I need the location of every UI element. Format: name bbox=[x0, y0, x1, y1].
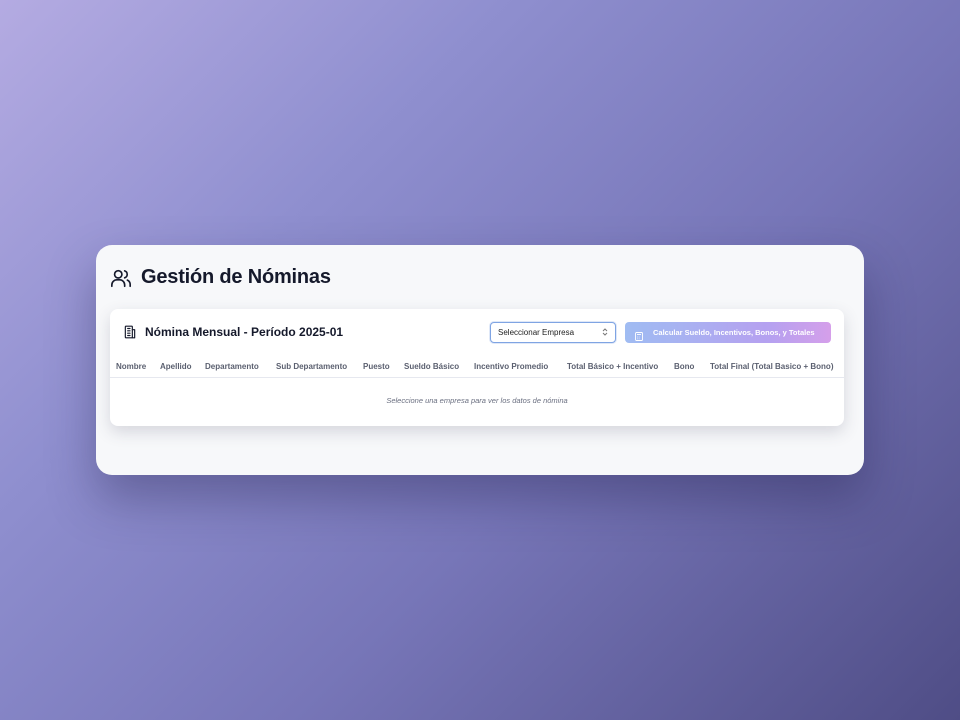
payroll-title-group: Nómina Mensual - Período 2025-01 bbox=[123, 325, 343, 339]
payroll-card: Gestión de Nóminas Nómina Mensual - Perí… bbox=[96, 245, 864, 475]
payroll-table-header: Nombre Apellido Departamento Sub Departa… bbox=[110, 358, 844, 378]
page-header: Gestión de Nóminas bbox=[110, 266, 331, 289]
calculator-icon bbox=[635, 328, 643, 341]
column-header-total-basico-incentivo[interactable]: Total Básico + Incentivo bbox=[567, 362, 658, 371]
page-title: Gestión de Nóminas bbox=[141, 266, 331, 288]
empty-state-message: Seleccione una empresa para ver los dato… bbox=[386, 396, 568, 405]
column-header-sueldo-basico[interactable]: Sueldo Básico bbox=[404, 362, 459, 371]
chevron-up-down-icon bbox=[602, 327, 608, 338]
column-header-total-final[interactable]: Total Final (Total Basico + Bono) bbox=[710, 362, 833, 371]
column-header-sub-departamento[interactable]: Sub Departamento bbox=[276, 362, 347, 371]
column-header-apellido[interactable]: Apellido bbox=[160, 362, 192, 371]
column-header-bono[interactable]: Bono bbox=[674, 362, 694, 371]
calculate-totals-label: Calcular Sueldo, Incentivos, Bonos, y To… bbox=[653, 328, 815, 337]
column-header-puesto[interactable]: Puesto bbox=[363, 362, 390, 371]
company-select[interactable]: Seleccionar Empresa bbox=[490, 322, 616, 343]
payroll-panel: Nómina Mensual - Período 2025-01 Selecci… bbox=[110, 309, 844, 426]
column-header-nombre[interactable]: Nombre bbox=[116, 362, 146, 371]
calculate-totals-button[interactable]: Calcular Sueldo, Incentivos, Bonos, y To… bbox=[625, 322, 831, 343]
payroll-period-title: Nómina Mensual - Período 2025-01 bbox=[145, 325, 344, 339]
company-select-value: Seleccionar Empresa bbox=[498, 328, 575, 337]
users-icon bbox=[110, 267, 132, 289]
building-document-icon bbox=[123, 325, 137, 339]
payroll-panel-header: Nómina Mensual - Período 2025-01 Selecci… bbox=[110, 309, 844, 349]
column-header-incentivo-promedio[interactable]: Incentivo Promedio bbox=[474, 362, 548, 371]
column-header-departamento[interactable]: Departamento bbox=[205, 362, 259, 371]
